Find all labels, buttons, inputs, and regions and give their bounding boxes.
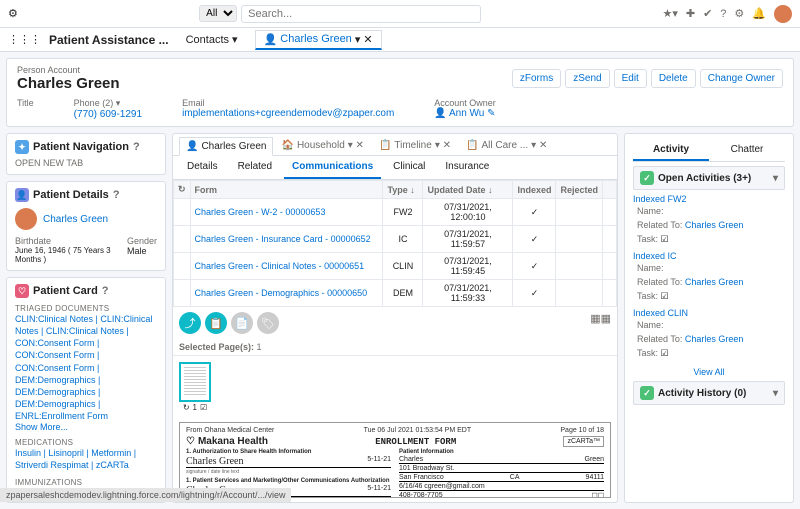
record-tabs: Details Related Communications Clinical …	[173, 156, 617, 180]
brand-logo: ♡ Makana Health	[186, 436, 268, 447]
phone-value[interactable]: (770) 609-1291	[74, 109, 142, 120]
global-header: ⚙ All ★▾ ✚ ✔ ? ⚙ 🔔	[0, 0, 800, 28]
email-value[interactable]: implementations+cgreendemodev@zpaper.com	[182, 108, 394, 119]
thumb-refresh-icon[interactable]: ↻	[183, 403, 190, 412]
page-thumb[interactable]	[179, 362, 211, 402]
favorites-icon[interactable]: ★▾	[662, 7, 677, 20]
btn-zsend[interactable]: zSend	[565, 69, 609, 88]
ws-tab-household[interactable]: 🏠 Household ▾ ✕	[274, 136, 370, 155]
search-scope[interactable]: All	[199, 5, 237, 22]
tab-clinical[interactable]: Clinical	[385, 156, 433, 179]
show-more[interactable]: Show More...	[15, 422, 157, 432]
open-activities-header[interactable]: ✓Open Activities (3+)▾	[633, 166, 785, 190]
patient-name-link[interactable]: Charles Green	[43, 214, 108, 225]
activity-item: Indexed IC Name: Related To: Charles Gre…	[633, 251, 785, 304]
view-all-link[interactable]: View All	[633, 367, 785, 377]
global-search-input[interactable]	[241, 5, 481, 23]
app-nav: ⋮⋮⋮ Patient Assistance ... Contacts ▾ 👤 …	[0, 28, 800, 52]
nav-tab-record[interactable]: 👤 Charles Green ▾ ✕	[255, 30, 382, 50]
owner-value[interactable]: 👤 Ann Wu ✎	[434, 108, 496, 119]
ws-tab-record[interactable]: 👤 Charles Green	[179, 137, 273, 156]
chevron-down-icon: ▾	[773, 173, 778, 184]
tab-activity[interactable]: Activity	[633, 140, 709, 161]
table-row[interactable]: Charles Green - W-2 - 00000653FW207/31/2…	[174, 199, 617, 226]
activity-panel: Activity Chatter ✓Open Activities (3+)▾ …	[624, 133, 794, 503]
table-row[interactable]: Charles Green - Demographics - 00000650D…	[174, 280, 617, 307]
patient-details-card: 👤Patient Details? Charles Green Birthdat…	[6, 181, 166, 271]
record-name: Charles Green	[17, 75, 120, 92]
tab-insurance[interactable]: Insurance	[437, 156, 497, 179]
nav-tab-contacts[interactable]: Contacts ▾	[177, 30, 247, 49]
user-avatar[interactable]	[774, 5, 792, 23]
tab-related[interactable]: Related	[230, 156, 280, 179]
action-buttons: zForms zSend Edit Delete Change Owner	[512, 69, 783, 88]
settings-icon[interactable]: ⚙	[734, 7, 744, 20]
tool-clipboard-icon[interactable]: 📋	[205, 312, 227, 334]
patient-card: ♡Patient Card? TRIAGED DOCUMENTSCLIN:Cli…	[6, 277, 166, 503]
btn-delete[interactable]: Delete	[651, 69, 696, 88]
patient-navigation-card: ✦Patient Navigation? OPEN NEW TAB	[6, 133, 166, 175]
app-grid-icon[interactable]: ⋮⋮⋮	[8, 33, 41, 46]
status-bar: zpapersaleshcdemodev.lightning.force.com…	[0, 488, 291, 502]
btn-change-owner[interactable]: Change Owner	[700, 69, 783, 88]
chevron-down-icon: ▾	[773, 388, 778, 399]
help-icon[interactable]: ?	[720, 8, 726, 20]
record-highlights: Person Account Charles Green zForms zSen…	[6, 58, 794, 127]
help-icon[interactable]: ?	[133, 141, 140, 153]
app-launcher-icon[interactable]: ⚙	[8, 7, 18, 20]
add-icon[interactable]: ✚	[686, 7, 695, 20]
page-thumbnails: ↻1☑	[173, 356, 617, 418]
tool-copy-icon[interactable]: 📄	[231, 312, 253, 334]
table-row[interactable]: Charles Green - Insurance Card - 0000065…	[174, 226, 617, 253]
activity-history-header[interactable]: ✓Activity History (0)▾	[633, 381, 785, 405]
thumb-check-icon[interactable]: ☑	[200, 403, 207, 412]
forms-table: ↻ Form Type ↓ Updated Date ↓ Indexed Rej…	[173, 180, 617, 307]
activity-item: Indexed CLIN Name: Related To: Charles G…	[633, 308, 785, 361]
check-icon: ✓	[640, 386, 654, 400]
check-icon: ✓	[640, 171, 654, 185]
activity-item: Indexed FW2 Name: Related To: Charles Gr…	[633, 194, 785, 247]
patient-avatar	[15, 208, 37, 230]
app-name: Patient Assistance ...	[49, 33, 169, 47]
ws-tab-timeline[interactable]: 📋 Timeline ▾ ✕	[372, 136, 458, 155]
gallery-icon[interactable]: ▦▦	[590, 312, 611, 334]
heart-icon: ♡	[15, 284, 29, 298]
details-icon: 👤	[15, 188, 29, 202]
workspace-tabs: 👤 Charles Green 🏠 Household ▾ ✕ 📋 Timeli…	[173, 134, 617, 156]
toolbar: ⤴ 📋 📄 🏷 ▦▦	[173, 307, 617, 339]
record-type: Person Account	[17, 65, 120, 75]
open-new-tab[interactable]: OPEN NEW TAB	[15, 158, 157, 168]
tool-tag-icon[interactable]: 🏷	[257, 312, 279, 334]
nav-icon: ✦	[15, 140, 29, 154]
ws-tab-allcare[interactable]: 📋 All Care ... ▾ ✕	[459, 136, 554, 155]
notification-icon[interactable]: 🔔	[752, 7, 766, 20]
btn-zforms[interactable]: zForms	[512, 69, 561, 88]
tab-communications[interactable]: Communications	[284, 156, 381, 179]
task-icon[interactable]: ✔	[703, 7, 712, 20]
tab-details[interactable]: Details	[179, 156, 226, 179]
table-row[interactable]: Charles Green - Clinical Notes - 0000065…	[174, 253, 617, 280]
tab-chatter[interactable]: Chatter	[709, 140, 785, 161]
tool-share-icon[interactable]: ⤴	[179, 312, 201, 334]
workspace: 👤 Charles Green 🏠 Household ▾ ✕ 📋 Timeli…	[172, 133, 618, 503]
document-preview: From Ohana Medical CenterTue 06 Jul 2021…	[179, 422, 611, 498]
btn-edit[interactable]: Edit	[614, 69, 647, 88]
refresh-icon[interactable]: ↻	[178, 184, 186, 194]
